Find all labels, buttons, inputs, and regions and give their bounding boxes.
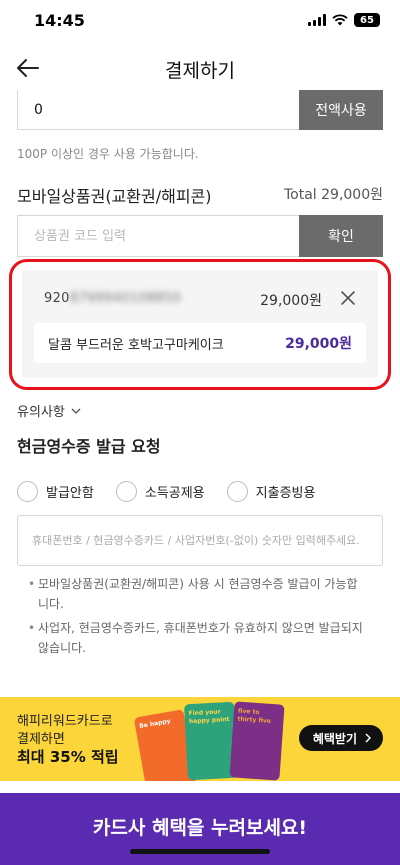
promo-line-1: 해피리워드카드로 — [17, 714, 113, 729]
use-all-points-button[interactable]: 전액사용 — [299, 90, 383, 130]
applied-gift-card: 9208799940108850 29,000원 달콤 부드러운 호박고구마케이… — [22, 270, 378, 378]
radio-icon — [17, 481, 38, 502]
chevron-right-icon — [365, 733, 371, 743]
gift-code-row: 확인 — [17, 215, 383, 257]
receipt-option-expense-proof[interactable]: 지출증빙용 — [226, 481, 316, 502]
receipt-option-none[interactable]: 발급안함 — [17, 481, 94, 502]
promo-banner[interactable]: 해피리워드카드로 결제하면 최대 35% 적립 Be happy Find yo… — [0, 697, 400, 781]
promo-card-images: Be happy Find your happy point five to t… — [133, 697, 290, 781]
status-bar: 14:45 65 — [0, 0, 400, 44]
card-benefit-banner[interactable]: 카드사 혜택을 누려보세요! — [0, 793, 400, 865]
gift-card-amount: 29,000원 — [260, 293, 322, 309]
close-icon — [341, 291, 355, 305]
receipt-note: 사업자, 현금영수증카드, 휴대폰번호가 유효하지 않으면 발급되지 않습니다. — [28, 618, 368, 658]
point-input[interactable] — [17, 90, 299, 130]
gift-card-section-title: 모바일상품권(교환권/해피콘) — [17, 187, 212, 206]
gift-card-total: Total 29,000원 — [283, 187, 383, 203]
promo-card-image: five to thirty five — [229, 701, 285, 781]
header: 결제하기 — [0, 44, 400, 94]
battery-icon: 65 — [354, 13, 380, 27]
promo-line-2: 결제하면 — [17, 732, 65, 747]
chevron-down-icon — [71, 408, 81, 414]
status-time: 14:45 — [34, 11, 85, 30]
point-note: 100P 이상인 경우 사용 가능합니다. — [17, 147, 199, 161]
receipt-notes: 모바일상품권(교환권/해피콘) 사용 시 현금영수증 발급이 가능합니다. 사업… — [28, 574, 368, 662]
get-benefit-button[interactable]: 혜택받기 — [298, 725, 383, 751]
status-icons: 65 — [308, 13, 380, 27]
receipt-option-label: 발급안함 — [46, 486, 94, 501]
gift-card-code: 9208799940108850 — [44, 291, 181, 306]
product-price: 29,000원 — [285, 336, 352, 352]
gift-code-confirm-button[interactable]: 확인 — [299, 215, 383, 257]
notice-toggle[interactable]: 유의사항 — [17, 401, 81, 420]
gift-card-code-visible: 920 — [44, 291, 70, 306]
receipt-note: 모바일상품권(교환권/해피콘) 사용 시 현금영수증 발급이 가능합니다. — [28, 574, 368, 614]
receipt-option-label: 소득공제용 — [144, 486, 205, 501]
receipt-number-input[interactable] — [17, 515, 383, 566]
receipt-options: 발급안함 소득공제용 지출증빙용 — [17, 481, 337, 502]
point-row: 전액사용 — [17, 90, 383, 130]
product-name: 달콤 부드러운 호박고구마케이크 — [48, 338, 224, 353]
applied-gift-card-highlight: 9208799940108850 29,000원 달콤 부드러운 호박고구마케이… — [9, 259, 391, 390]
notice-label: 유의사항 — [17, 405, 65, 420]
wifi-icon — [332, 14, 348, 26]
get-benefit-label: 혜택받기 — [312, 731, 357, 746]
cash-receipt-title: 현금영수증 발급 요청 — [17, 437, 161, 456]
card-benefit-text: 카드사 혜택을 누려보세요! — [92, 817, 308, 839]
gift-card-product: 달콤 부드러운 호박고구마케이크 29,000원 — [34, 323, 366, 363]
receipt-option-label: 지출증빙용 — [255, 486, 316, 501]
signal-icon — [308, 14, 326, 26]
gift-card-code-hidden: 8799940108850 — [69, 291, 182, 306]
gift-code-input[interactable] — [17, 215, 299, 257]
page-title: 결제하기 — [165, 60, 235, 82]
promo-line-3: 최대 35% 적립 — [17, 748, 119, 766]
radio-icon — [115, 481, 137, 502]
home-indicator — [130, 849, 270, 854]
radio-icon — [226, 481, 248, 502]
remove-gift-card-button[interactable] — [338, 288, 358, 308]
receipt-option-income-deduction[interactable]: 소득공제용 — [115, 481, 205, 502]
